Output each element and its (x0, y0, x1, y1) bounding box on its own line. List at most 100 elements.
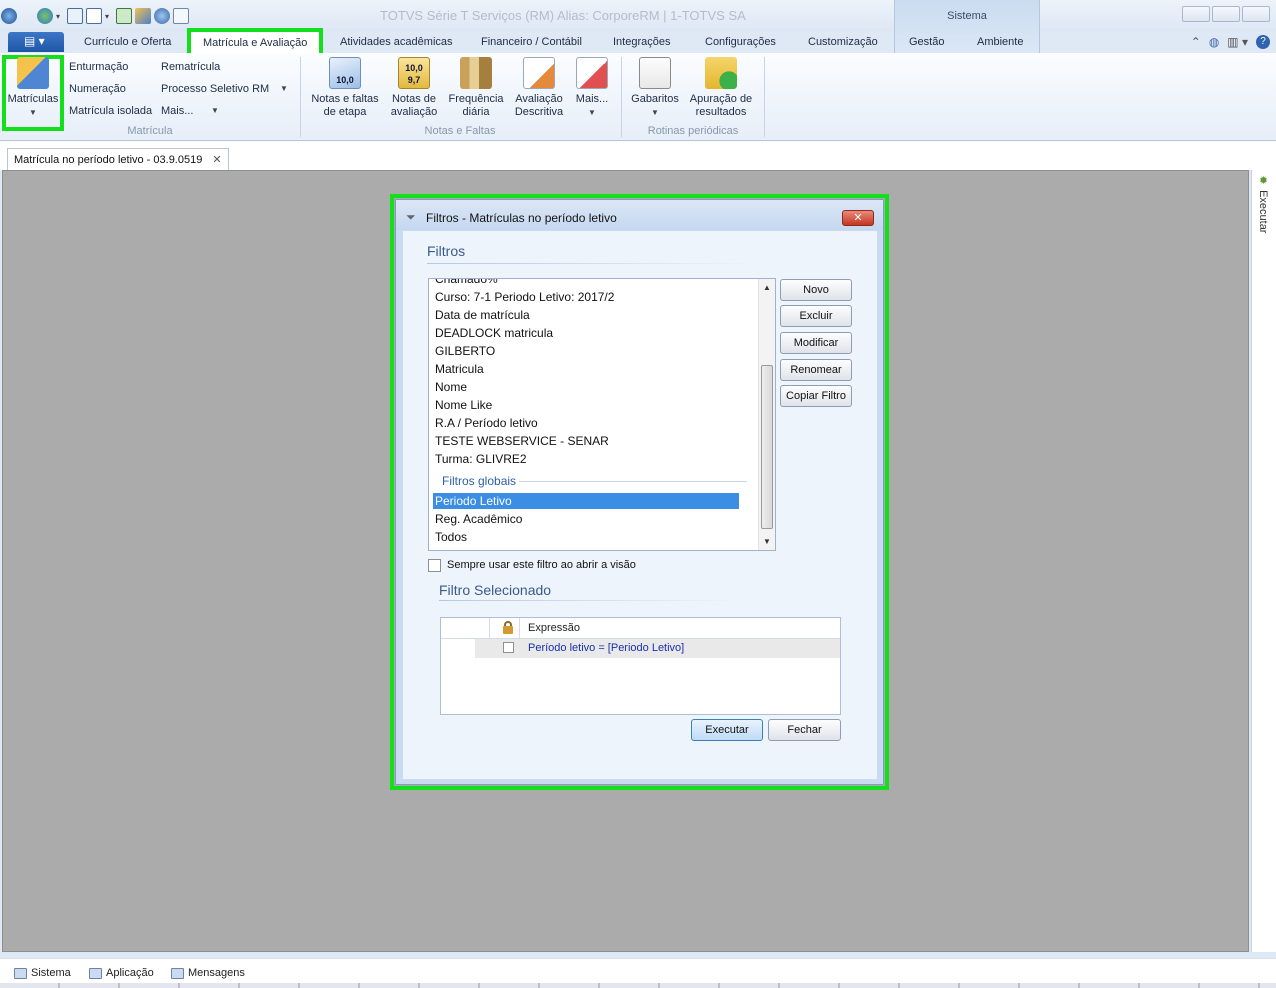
list-item[interactable]: Turma: GLIVRE2 (435, 452, 527, 466)
renomear-button[interactable]: Renomear (780, 359, 852, 381)
monitor-icon[interactable] (86, 8, 103, 24)
file-menu-button[interactable] (8, 32, 64, 52)
gabaritos-button[interactable]: Gabaritos ▼ (628, 57, 682, 119)
apuracao-resultados-button[interactable]: Apuração de resultados (688, 57, 754, 119)
selected-filter-heading: Filtro Selecionado (439, 582, 552, 598)
list-item[interactable]: Nome (435, 380, 467, 394)
help-icon[interactable]: ? (1256, 35, 1270, 49)
list-item[interactable]: R.A / Período letivo (435, 416, 538, 430)
executar-side-tab[interactable]: ✹ Executar (1257, 174, 1270, 233)
avaliacao-descritiva-button[interactable]: Avaliação Descritiva (512, 57, 566, 119)
globe-refresh-icon[interactable] (37, 8, 53, 24)
collapse-ribbon-icon[interactable]: ⌃ (1191, 35, 1201, 49)
matricula-isolada-button[interactable]: Matrícula isolada (69, 105, 152, 117)
column-header-expressao[interactable]: Expressão (528, 622, 580, 634)
tab-configuracoes[interactable]: Configurações (705, 36, 776, 48)
close-icon[interactable]: ✕ (212, 154, 221, 166)
chevron-down-icon[interactable]: ▼ (280, 84, 288, 93)
filters-listbox[interactable]: Chamado% Curso: 7-1 Periodo Letivo: 2017… (428, 278, 776, 551)
novo-button[interactable]: Novo (780, 279, 852, 301)
chevron-down-icon[interactable]: ▼ (211, 106, 219, 115)
status-item-mensagens[interactable]: Mensagens (171, 967, 245, 979)
tab-atividades-academicas[interactable]: Atividades acadêmicas (340, 36, 453, 48)
grid-col-sep (519, 618, 520, 639)
list-item[interactable]: Curso: 7-1 Periodo Letivo: 2017/2 (435, 290, 614, 304)
tab-customizacao[interactable]: Customização (808, 36, 878, 48)
tab-matricula-avaliacao[interactable]: Matrícula e Avaliação (186, 28, 324, 57)
notas-avaliacao-button[interactable]: 10,0 9,7 Notas de avaliação (388, 57, 440, 119)
filter-dialog: ⏷ Filtros - Matrículas no período letivo… (395, 199, 884, 785)
enturmacao-button[interactable]: Enturmação (69, 61, 128, 73)
row-lock-checkbox[interactable] (503, 642, 514, 653)
globe-icon[interactable] (154, 8, 171, 24)
group-separator (300, 57, 301, 137)
excluir-button[interactable]: Excluir (780, 305, 852, 327)
modificar-button[interactable]: Modificar (780, 332, 852, 354)
table-row[interactable]: Período letivo = [Periodo Letivo] (475, 639, 840, 658)
always-use-checkbox[interactable] (428, 559, 441, 572)
run-icon[interactable] (116, 8, 133, 24)
list-item[interactable]: DEADLOCK matricula (435, 326, 553, 340)
matriculas-icon (17, 57, 49, 89)
chevron-down-icon: ▼ (651, 108, 659, 117)
layout-icon[interactable]: ▥ ▾ (1227, 35, 1248, 49)
matriculas-button[interactable]: Matrículas ▼ (7, 57, 59, 119)
list-scrollbar[interactable]: ▲ ▼ (758, 279, 775, 550)
maximize-button[interactable] (1212, 6, 1240, 22)
chevron-down-icon: ▼ (588, 108, 596, 117)
status-item-aplicacao[interactable]: Aplicação (89, 967, 154, 979)
tab-gestao[interactable]: Gestão (909, 36, 944, 48)
window-title: TOTVS Série T Serviços (RM) Alias: Corpo… (380, 8, 746, 23)
processo-seletivo-button[interactable]: Processo Seletivo RM (161, 83, 269, 95)
mais-notas-button[interactable]: Mais... ▼ (572, 57, 612, 119)
list-item[interactable]: GILBERTO (435, 344, 495, 358)
close-window-button[interactable] (1242, 6, 1270, 22)
list-item[interactable]: Matricula (435, 362, 484, 376)
list-item[interactable]: Reg. Acadêmico (435, 512, 522, 526)
tab-curriculo-oferta[interactable]: Currículo e Oferta (84, 36, 171, 48)
notas-faltas-etapa-button[interactable]: 10,0 Notas e faltas de etapa (309, 57, 381, 119)
group-separator (621, 57, 622, 137)
grid-col-sep (489, 618, 490, 639)
copiar-filtro-button[interactable]: Copiar Filtro (780, 385, 852, 407)
group-rule (519, 481, 747, 482)
scroll-thumb[interactable] (761, 365, 773, 529)
scroll-up-icon[interactable]: ▲ (763, 283, 771, 292)
globe-help-icon[interactable]: ◍ (1209, 35, 1219, 49)
tab-financeiro-contabil[interactable]: Financeiro / Contábil (481, 36, 582, 48)
minimize-button[interactable] (1182, 6, 1210, 22)
document-tab-matricula[interactable]: Matrícula no período letivo - 03.9.0519 ✕ (7, 148, 229, 170)
rematricula-button[interactable]: Rematrícula (161, 61, 220, 73)
list-item[interactable]: Todos (435, 530, 467, 544)
monitor-icon (89, 967, 102, 979)
scroll-down-icon[interactable]: ▼ (763, 537, 771, 546)
list-item[interactable]: Nome Like (435, 398, 492, 412)
status-item-sistema[interactable]: Sistema (14, 967, 71, 979)
group-separator (764, 57, 765, 137)
dialog-title-bar[interactable]: ⏷ Filtros - Matrículas no período letivo… (396, 200, 883, 230)
app-orb-icon[interactable] (1, 8, 17, 24)
monitor-icon (14, 967, 27, 979)
chevron-down-icon[interactable]: ▾ (56, 12, 60, 21)
copy-icon[interactable] (173, 8, 190, 24)
mais-matricula-button[interactable]: Mais... (161, 105, 193, 117)
list-item-selected[interactable]: Periodo Letivo (433, 493, 739, 509)
tools-icon[interactable] (135, 8, 152, 24)
side-panel: ✹ Executar (1251, 170, 1276, 952)
check-add-icon (705, 57, 737, 89)
dialog-close-button[interactable]: ✕ (842, 210, 874, 226)
document-red-icon (576, 57, 608, 89)
window-icon[interactable] (67, 8, 84, 24)
frequencia-diaria-button[interactable]: Frequência diária (447, 57, 505, 119)
title-bar: ▾ ▾ TOTVS Série T Serviços (RM) Alias: C… (0, 0, 1276, 31)
list-item[interactable]: TESTE WEBSERVICE - SENAR (435, 434, 609, 448)
fechar-button[interactable]: Fechar (768, 719, 841, 741)
numeracao-button[interactable]: Numeração (69, 83, 126, 95)
list-item[interactable]: Data de matrícula (435, 308, 530, 322)
tab-ambiente[interactable]: Ambiente (977, 36, 1023, 48)
tab-integracoes[interactable]: Integrações (613, 36, 670, 48)
document-pencil-icon (523, 57, 555, 89)
list-item[interactable]: Chamado% (435, 279, 498, 286)
executar-button[interactable]: Executar (691, 719, 763, 741)
chevron-down-icon[interactable]: ▾ (105, 12, 109, 21)
